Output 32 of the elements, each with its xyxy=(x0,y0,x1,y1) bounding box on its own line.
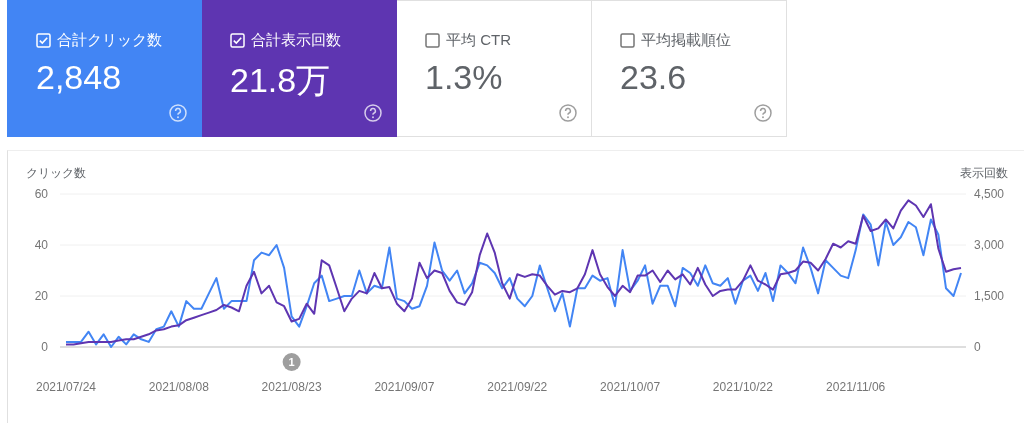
axis-title: 表示回数 xyxy=(960,166,1008,180)
tick-label: 4,500 xyxy=(974,187,1005,201)
metric-value: 2,848 xyxy=(36,58,123,97)
metric-label: 合計クリック数 xyxy=(57,31,162,50)
tick-label: 60 xyxy=(34,187,48,201)
metric-card[interactable]: 平均 CTR 1.3% xyxy=(397,0,592,137)
tick-label: 20 xyxy=(34,289,48,303)
metric-card[interactable]: 平均掲載順位 23.6 xyxy=(592,0,787,137)
metric-value: 23.6 xyxy=(620,58,688,97)
tick-label: 2021/09/22 xyxy=(487,380,548,394)
axis-title: クリック数 xyxy=(26,166,86,180)
checkbox[interactable] xyxy=(620,33,635,48)
help-icon[interactable] xyxy=(559,104,577,122)
metric-value: 21.8万 xyxy=(230,60,332,101)
tick-label: 0 xyxy=(41,340,48,354)
tick-label: 3,000 xyxy=(974,238,1005,252)
tick-label: 2021/09/07 xyxy=(374,380,435,394)
tick-label: 1,500 xyxy=(974,289,1005,303)
metric-label: 合計表示回数 xyxy=(251,31,341,50)
metric-label: 平均掲載順位 xyxy=(641,31,731,50)
checkbox[interactable] xyxy=(425,33,440,48)
metric-value: 1.3% xyxy=(425,58,504,97)
tick-label: 2021/10/07 xyxy=(600,380,661,394)
help-icon[interactable] xyxy=(754,104,772,122)
tick-label: 2021/08/08 xyxy=(148,380,209,394)
metric-label: 平均 CTR xyxy=(446,31,511,50)
tick-label: 2021/08/23 xyxy=(261,380,322,394)
tick-label: 2021/11/06 xyxy=(826,380,886,394)
tick-label: 0 xyxy=(974,340,981,354)
tick-label: 2021/10/22 xyxy=(712,380,773,394)
tick-label: 2021/07/24 xyxy=(35,380,97,394)
tick-label: 40 xyxy=(34,238,48,252)
